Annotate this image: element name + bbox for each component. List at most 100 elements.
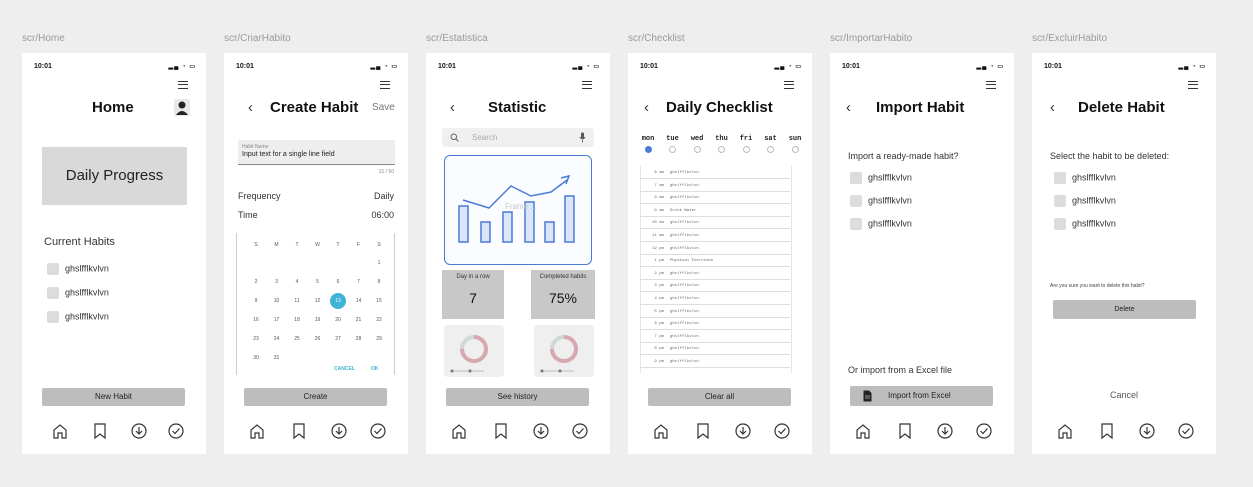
checklist-row[interactable]: 10 am ghslfflkvlvn (640, 221, 790, 230)
calendar-day[interactable]: 5 (308, 279, 328, 285)
clear-all-button[interactable]: Clear all (648, 388, 791, 406)
calendar-day[interactable]: 23 (246, 336, 266, 342)
weekday-radio[interactable] (669, 146, 676, 153)
weekday-radio[interactable] (693, 146, 701, 153)
calendar-day[interactable]: 12 (308, 298, 328, 304)
habit-item[interactable]: ghslfflkvlvn (47, 311, 109, 323)
calendar-grid[interactable]: S M T W T F S 1 2 3 4 5 6 7 8 9 10 11 12 13 14 15 16 17 18 19 20 21… (238, 236, 394, 374)
weekday-radio[interactable] (718, 146, 725, 153)
back-chevron-icon[interactable]: ‹ (248, 99, 253, 116)
checkbox[interactable] (1054, 218, 1066, 230)
habit-item[interactable]: ghslfflkvlvn (1054, 172, 1116, 184)
download-icon[interactable] (936, 422, 954, 440)
calendar-day[interactable]: 6 (328, 279, 348, 285)
calendar-cancel-button[interactable]: CANCEL (334, 366, 355, 372)
menu-icon[interactable] (784, 81, 794, 89)
bookmark-icon[interactable] (1098, 422, 1116, 440)
checkbox[interactable] (47, 287, 59, 299)
bookmark-icon[interactable] (91, 422, 109, 440)
calendar-day[interactable]: 26 (308, 336, 328, 342)
bookmark-icon[interactable] (896, 422, 914, 440)
habit-item[interactable]: ghslfflkvlvn (850, 172, 912, 184)
calendar-day[interactable]: 25 (287, 336, 307, 342)
search-input[interactable]: Search (472, 133, 497, 142)
checklist-row[interactable]: 8 am ghslfflkvlvn (640, 196, 790, 205)
weekday-thu[interactable]: thu (710, 135, 734, 153)
weekday-wed[interactable]: wed (685, 135, 709, 153)
weekday-radio[interactable] (644, 146, 652, 153)
checklist-row[interactable]: 12 pm ghslfflkvlvn (640, 247, 790, 255)
calendar-day[interactable]: 9 (246, 298, 266, 304)
bookmark-icon[interactable] (290, 422, 308, 440)
habit-name-field[interactable]: Habit Name Input text for a single line … (238, 140, 395, 165)
calendar-day[interactable]: 20 (328, 317, 348, 323)
checklist-row[interactable]: 9 am Drink Water (640, 209, 790, 217)
bookmark-icon[interactable] (694, 422, 712, 440)
calendar-day[interactable]: 3 (267, 279, 287, 285)
habit-item[interactable]: ghslfflkvlvn (47, 287, 109, 299)
calendar-day[interactable]: 7 (349, 279, 369, 285)
menu-icon[interactable] (582, 81, 592, 89)
cancel-button[interactable]: Cancel (1032, 390, 1216, 400)
checklist-row[interactable]: 2 pm ghslfflkvlvn (640, 272, 790, 280)
download-icon[interactable] (734, 422, 752, 440)
checkbox[interactable] (1054, 172, 1066, 184)
download-icon[interactable] (1138, 422, 1156, 440)
checklist-row[interactable]: 9 pm ghslfflkvlvn (640, 360, 790, 368)
home-icon[interactable] (1056, 422, 1074, 440)
back-chevron-icon[interactable]: ‹ (846, 99, 851, 116)
download-icon[interactable] (330, 422, 348, 440)
calendar-day[interactable]: 21 (349, 317, 369, 323)
home-icon[interactable] (248, 422, 266, 440)
checklist-row[interactable]: 3 pm ghslfflkvlvn (640, 284, 790, 293)
checkbox[interactable] (850, 172, 862, 184)
calendar-day[interactable]: 13 (330, 293, 346, 309)
new-habit-button[interactable]: New Habit (42, 388, 185, 406)
checkbox[interactable] (47, 263, 59, 275)
back-chevron-icon[interactable]: ‹ (450, 99, 455, 116)
weekday-tue[interactable]: tue (661, 135, 685, 153)
weekday-mon[interactable]: mon (636, 135, 660, 153)
checklist-row[interactable]: 1 pm Physical Exercises (640, 259, 790, 268)
bookmark-icon[interactable] (492, 422, 510, 440)
weekday-radio[interactable] (742, 146, 750, 153)
weekday-sat[interactable]: sat (759, 135, 783, 153)
calendar-day[interactable]: 31 (267, 355, 287, 361)
checklist-row[interactable]: 5 pm ghslfflkvlvn (640, 310, 790, 318)
habit-item[interactable]: ghslfflkvlvn (1054, 195, 1116, 207)
check-circle-icon[interactable] (167, 422, 185, 440)
home-icon[interactable] (450, 422, 468, 440)
checklist-row[interactable]: 11 am ghslfflkvlvn (640, 234, 790, 242)
weekday-sun[interactable]: sun (783, 135, 807, 153)
calendar-day[interactable]: 19 (308, 317, 328, 323)
daily-progress-card[interactable]: Daily Progress (42, 147, 187, 205)
calendar-day[interactable]: 30 (246, 355, 266, 361)
calendar-day[interactable]: 18 (287, 317, 307, 323)
calendar-day[interactable]: 17 (267, 317, 287, 323)
see-history-button[interactable]: See history (446, 388, 589, 406)
download-icon[interactable] (532, 422, 550, 440)
checklist-row[interactable]: 7 am ghslfflkvlvn (640, 184, 790, 192)
home-icon[interactable] (51, 422, 69, 440)
home-icon[interactable] (854, 422, 872, 440)
checklist-row[interactable]: 4 pm ghslfflkvlvn (640, 297, 790, 305)
avatar-icon[interactable] (174, 99, 190, 116)
import-excel-button[interactable]: Import from Excel (850, 386, 993, 406)
calendar-day[interactable]: 2 (246, 279, 266, 285)
check-circle-icon[interactable] (1177, 422, 1195, 440)
weekday-fri[interactable]: fri (734, 135, 758, 153)
calendar-day[interactable]: 10 (267, 298, 287, 304)
create-button[interactable]: Create (244, 388, 387, 406)
check-circle-icon[interactable] (975, 422, 993, 440)
calendar-day[interactable]: 27 (328, 336, 348, 342)
checkbox[interactable] (850, 195, 862, 207)
checklist-row[interactable]: 8 pm ghslfflkvlvn (640, 347, 790, 356)
checklist-row[interactable]: 6 am ghslfflkvlvn (640, 171, 790, 179)
weekday-radio[interactable] (791, 146, 799, 153)
checkbox[interactable] (850, 218, 862, 230)
weekday-radio[interactable] (767, 146, 774, 153)
calendar-day[interactable]: 11 (287, 298, 307, 304)
habit-item[interactable]: ghslfflkvlvn (1054, 218, 1116, 230)
home-icon[interactable] (652, 422, 670, 440)
calendar-day[interactable]: 1 (369, 260, 389, 266)
